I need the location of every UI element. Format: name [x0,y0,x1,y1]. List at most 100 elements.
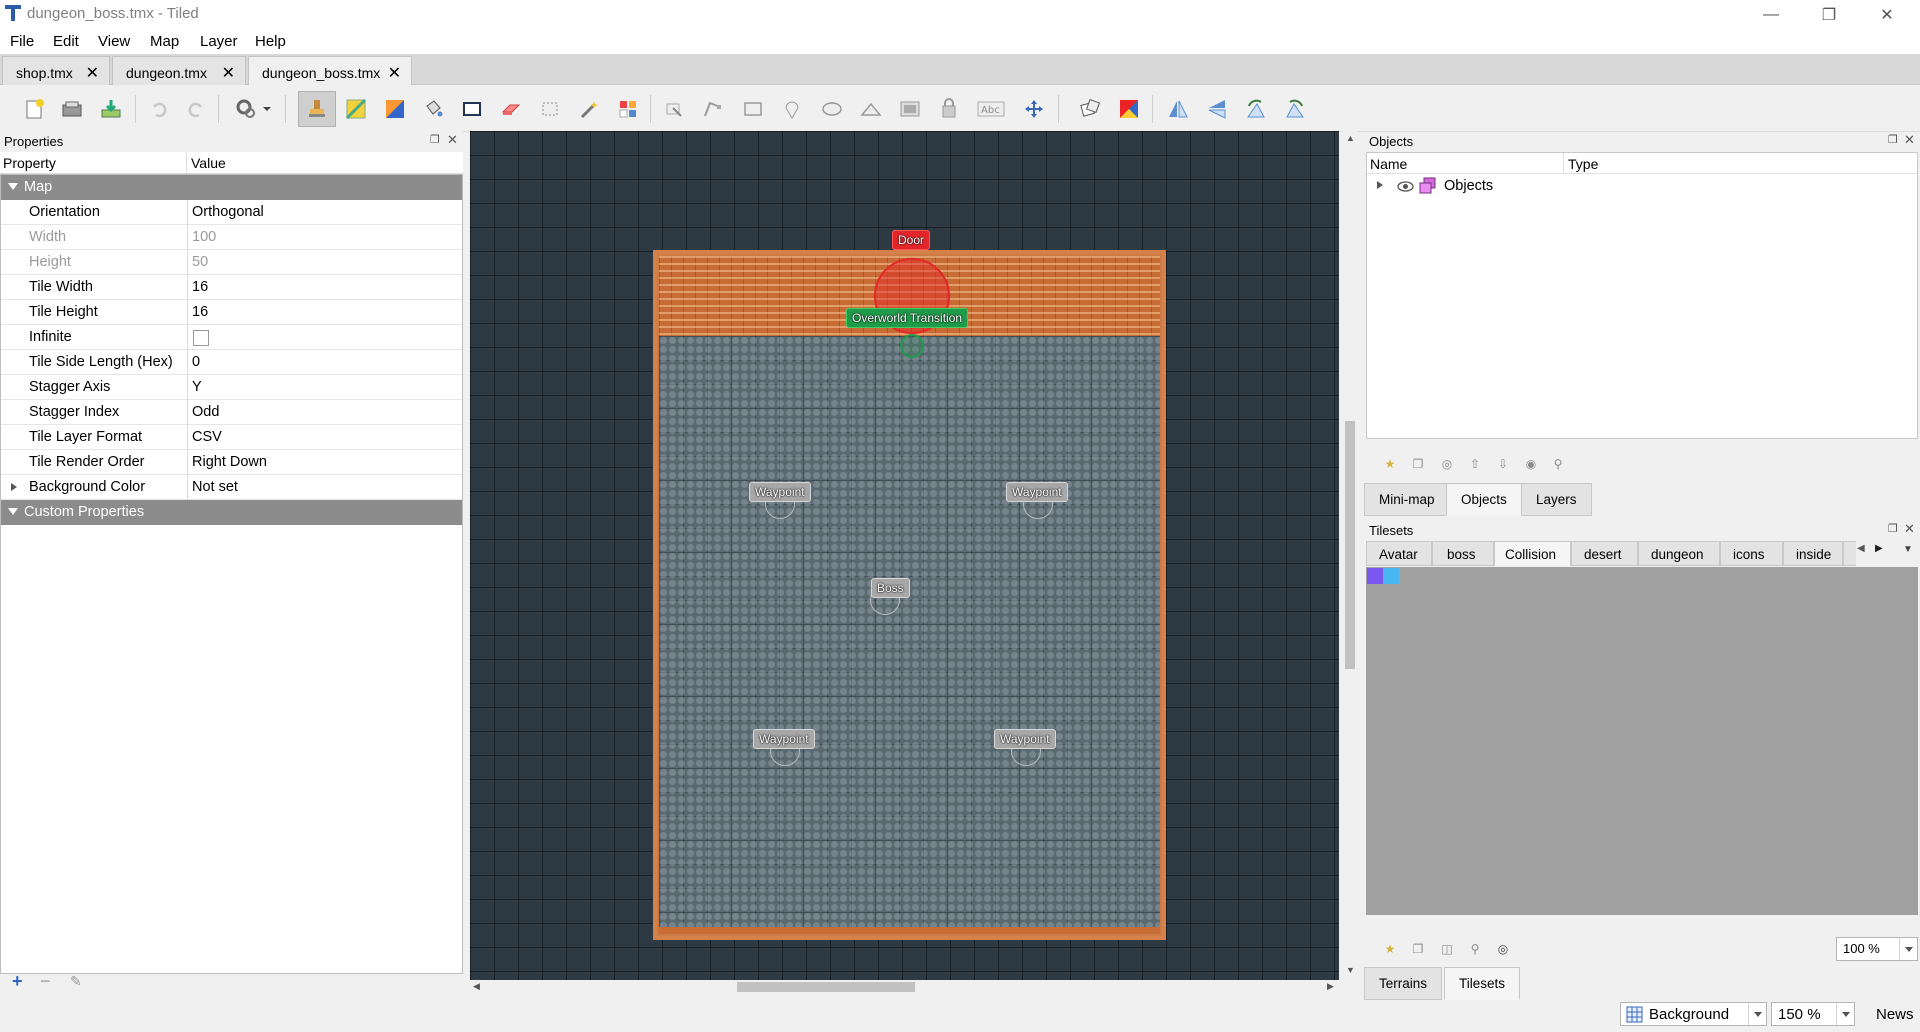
section-custom-properties[interactable]: Custom Properties [1,500,462,525]
prop-orientation[interactable]: Orientation Orthogonal [1,200,462,225]
commands-icon[interactable] [234,97,258,121]
object-properties-icon[interactable]: ⚲ [1550,456,1566,472]
chevron-down-icon[interactable] [1748,1003,1766,1025]
terrain-brush-icon[interactable] [344,97,368,121]
prop-infinite[interactable]: Infinite [1,325,462,350]
prop-stagger-axis[interactable]: Stagger Axis Y [1,375,462,400]
tileset-view[interactable] [1366,567,1918,915]
waypoint-object-label[interactable]: Waypoint [753,729,815,749]
menu-layer[interactable]: Layer [200,33,238,50]
tileset-tab-boss[interactable]: boss [1432,541,1494,566]
prop-value[interactable]: 16 [192,279,208,295]
tileset-list-dropdown-icon[interactable]: ▼ [1903,544,1913,555]
close-tab-icon[interactable]: ✕ [222,63,235,83]
move-object-down-icon[interactable]: ⇩ [1495,456,1511,472]
embed-tileset-icon[interactable]: ❐ [1410,941,1426,957]
remove-tileset-icon[interactable]: ◎ [1495,941,1511,957]
prop-value[interactable]: Orthogonal [192,204,264,220]
export-tileset-icon[interactable]: ◫ [1439,941,1455,957]
collapsed-triangle-icon[interactable] [11,483,17,491]
rotate-right-icon[interactable] [1283,97,1307,121]
tileset-tab-icons[interactable]: icons [1720,541,1783,566]
shape-fill-icon[interactable] [460,97,484,121]
door-object-label[interactable]: Door [892,230,931,250]
tab-tilesets[interactable]: Tilesets [1444,967,1521,1000]
menu-map[interactable]: Map [150,33,179,50]
open-icon[interactable] [60,97,84,121]
scroll-down-icon[interactable]: ▼ [1346,965,1355,975]
move-tool-icon[interactable] [1022,97,1046,121]
float-panel-icon[interactable]: ❐ [1888,133,1898,146]
prop-value[interactable]: 16 [192,304,208,320]
tileset-tab-desert[interactable]: desert [1571,541,1638,566]
prop-value[interactable]: Not set [192,479,238,495]
wang-brush-icon[interactable] [383,97,407,121]
undo-icon[interactable] [147,97,171,121]
close-tab-icon[interactable]: ✕ [86,63,99,83]
remove-property-icon[interactable]: − [40,971,51,992]
tab-scroll-right-icon[interactable]: ▶ [1875,543,1883,554]
flip-vertical-icon[interactable] [1205,97,1229,121]
save-icon[interactable] [99,97,123,121]
prop-value[interactable]: Odd [192,404,219,420]
tileset-tab-avatar[interactable]: Avatar [1366,541,1432,566]
insert-template-icon[interactable] [937,97,961,121]
map-zoom-combo[interactable]: 150 % [1771,1002,1855,1026]
tileset-zoom-combo[interactable]: 100 % [1836,937,1918,961]
section-map[interactable]: Map [1,175,462,200]
prop-tile-width[interactable]: Tile Width 16 [1,275,462,300]
map-canvas[interactable]: Door Overworld Transition Waypoint Waypo… [470,131,1339,980]
prop-tile-layer-format[interactable]: Tile Layer Format CSV [1,425,462,450]
waypoint-object-label[interactable]: Waypoint [994,729,1056,749]
scroll-up-icon[interactable]: ▲ [1346,133,1355,143]
flip-horizontal-icon[interactable] [1166,97,1190,121]
menu-edit[interactable]: Edit [53,33,79,50]
float-panel-icon[interactable]: ❐ [1888,522,1898,535]
menu-view[interactable]: View [98,33,130,50]
tab-scroll-left-icon[interactable]: ◀ [1857,543,1865,554]
waypoint-object-label[interactable]: Waypoint [1006,482,1068,502]
scroll-right-icon[interactable]: ▶ [1327,981,1334,992]
visibility-eye-icon[interactable] [1397,178,1414,195]
close-panel-icon[interactable]: ✕ [1904,521,1915,537]
insert-rectangle-icon[interactable] [741,97,765,121]
insert-ellipse-icon[interactable] [820,97,844,121]
edit-tileset-icon[interactable]: ⚲ [1467,941,1483,957]
eraser-icon[interactable] [499,97,523,121]
object-group-row[interactable]: Objects [1367,175,1917,198]
magic-wand-icon[interactable] [577,97,601,121]
prop-value[interactable]: 0 [192,354,200,370]
collision-tile[interactable] [1383,568,1399,584]
move-object-up-icon[interactable]: ⇧ [1467,456,1483,472]
scroll-left-icon[interactable]: ◀ [473,981,480,992]
tileset-tab-inside[interactable]: inside [1783,541,1843,566]
collapsed-triangle-icon[interactable] [1377,181,1383,189]
tab-terrains[interactable]: Terrains [1364,967,1443,1000]
news-button[interactable]: News [1876,1006,1914,1023]
prop-tile-render-order[interactable]: Tile Render Order Right Down [1,450,462,475]
tab-layers[interactable]: Layers [1521,483,1592,516]
waypoint-object-label[interactable]: Waypoint [749,482,811,502]
vertical-scroll-thumb[interactable] [1345,421,1355,669]
close-tab-icon[interactable]: ✕ [388,63,401,83]
wang-fill-mode-icon[interactable] [1117,97,1141,121]
random-mode-icon[interactable] [1078,97,1102,121]
edit-polygons-icon[interactable] [701,97,725,121]
insert-polygon-icon[interactable] [859,97,883,121]
rotate-left-icon[interactable] [1244,97,1268,121]
chevron-down-icon[interactable] [1836,1003,1854,1025]
rename-property-icon[interactable]: ✎ [70,973,82,990]
select-same-tile-icon[interactable] [616,97,640,121]
select-objects-icon[interactable] [662,97,686,121]
horizontal-scroll-thumb[interactable] [737,982,915,992]
insert-tile-icon[interactable] [898,97,922,121]
prop-value[interactable]: Y [192,379,202,395]
duplicate-objects-icon[interactable]: ❐ [1410,456,1426,472]
delete-objects-icon[interactable]: ◎ [1439,456,1455,472]
chevron-down-icon[interactable] [1899,938,1917,960]
close-window-button[interactable]: ✕ [1858,0,1916,29]
tab-objects[interactable]: Objects [1446,483,1522,516]
move-objects-to-layer-icon[interactable]: ◉ [1523,456,1539,472]
insert-point-icon[interactable] [780,97,804,121]
collision-tile[interactable] [1367,568,1383,584]
